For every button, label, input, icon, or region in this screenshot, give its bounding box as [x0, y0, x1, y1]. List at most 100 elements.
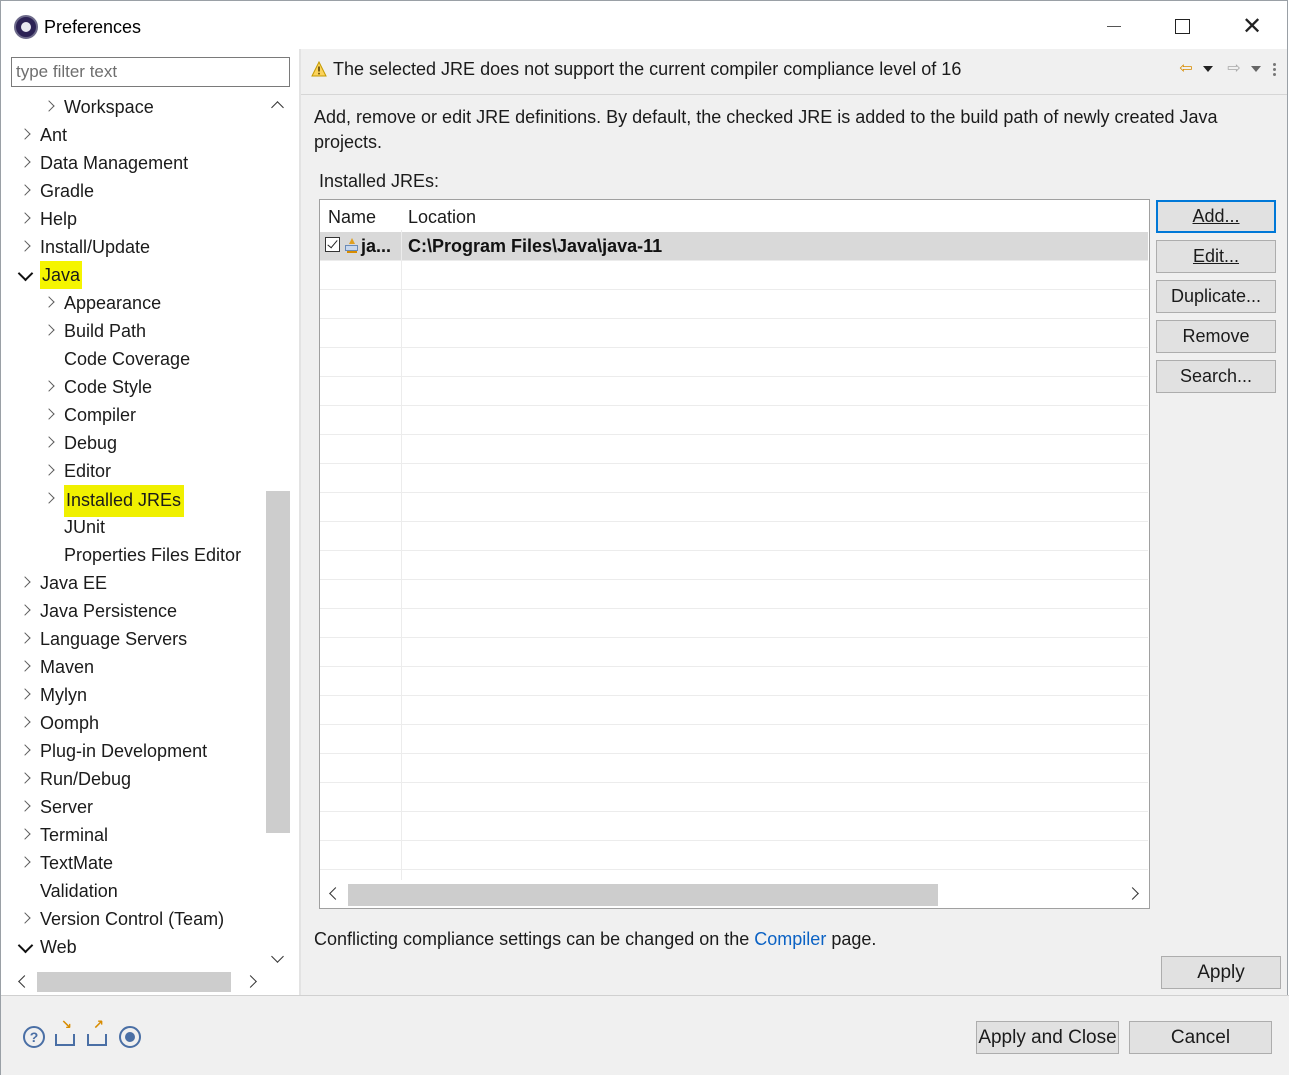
tree-item-appearance[interactable]: Appearance	[3, 289, 265, 317]
forward-history-dropdown-icon[interactable]	[1251, 66, 1261, 72]
tree-item-java-persistence[interactable]: Java Persistence	[3, 597, 265, 625]
tree-item-run-debug[interactable]: Run/Debug	[3, 765, 265, 793]
chevron-right-icon[interactable]	[19, 709, 33, 737]
scroll-right-arrow-icon[interactable]	[1123, 881, 1147, 907]
tree-item-textmate[interactable]: TextMate	[3, 849, 265, 877]
search-button[interactable]: Search...	[1156, 360, 1276, 393]
scroll-left-arrow-icon[interactable]	[322, 881, 346, 907]
chevron-right-icon[interactable]	[43, 289, 57, 317]
chevron-right-icon[interactable]	[19, 121, 33, 149]
tree-item-mylyn[interactable]: Mylyn	[3, 681, 265, 709]
import-icon[interactable]: ↘	[55, 1018, 77, 1048]
tree-item-installed-jres[interactable]: Installed JREs	[3, 485, 265, 517]
edit-button[interactable]: Edit...	[1156, 240, 1276, 273]
chevron-right-icon[interactable]	[19, 793, 33, 821]
tree-item-build-path[interactable]: Build Path	[3, 317, 265, 345]
add-button[interactable]: Add...	[1156, 200, 1276, 233]
chevron-right-icon[interactable]	[19, 737, 33, 765]
chevron-right-icon[interactable]	[19, 569, 33, 597]
back-arrow-icon[interactable]: ⇦	[1177, 60, 1195, 78]
chevron-right-icon[interactable]	[19, 233, 33, 261]
chevron-right-icon[interactable]	[43, 401, 57, 429]
cancel-button[interactable]: Cancel	[1129, 1021, 1272, 1054]
scroll-thumb[interactable]	[37, 972, 231, 992]
tree-item-terminal[interactable]: Terminal	[3, 821, 265, 849]
apply-and-close-button[interactable]: Apply and Close	[976, 1021, 1119, 1054]
chevron-right-icon[interactable]	[19, 905, 33, 933]
compiler-link[interactable]: Compiler	[754, 929, 826, 949]
scroll-right-arrow-icon[interactable]	[241, 969, 265, 995]
tree-item-gradle[interactable]: Gradle	[3, 177, 265, 205]
close-button[interactable]: ✕	[1217, 1, 1287, 51]
table-horizontal-scrollbar[interactable]	[320, 880, 1149, 908]
chevron-right-icon[interactable]	[19, 625, 33, 653]
remove-button[interactable]: Remove	[1156, 320, 1276, 353]
tree-item-validation[interactable]: Validation	[3, 877, 265, 905]
jre-location-cell[interactable]: C:\Program Files\Java\java-11	[408, 232, 662, 260]
tree-item-junit[interactable]: JUnit	[3, 513, 265, 541]
chevron-right-icon[interactable]	[19, 149, 33, 177]
chevron-right-icon[interactable]	[43, 457, 57, 485]
tree-vertical-scrollbar[interactable]	[265, 93, 291, 973]
scroll-up-arrow-icon[interactable]	[265, 93, 291, 119]
jre-name-cell[interactable]: ja...	[361, 232, 391, 260]
chevron-right-icon[interactable]	[19, 765, 33, 793]
scroll-thumb[interactable]	[266, 491, 290, 833]
tree-item-plug-in-development[interactable]: Plug-in Development	[3, 737, 265, 765]
tree-item-workspace[interactable]: Workspace	[3, 93, 265, 121]
column-header-location[interactable]: Location	[408, 200, 476, 230]
chevron-down-icon[interactable]	[19, 261, 33, 289]
view-menu-icon[interactable]	[1273, 62, 1277, 76]
tree-item-code-style[interactable]: Code Style	[3, 373, 265, 401]
scroll-down-arrow-icon[interactable]	[265, 947, 291, 973]
minimize-button[interactable]	[1079, 1, 1149, 51]
record-icon[interactable]	[119, 1026, 141, 1048]
tree-item-java[interactable]: Java	[3, 261, 265, 289]
chevron-right-icon[interactable]	[43, 485, 57, 513]
tree-item-ant[interactable]: Ant	[3, 121, 265, 149]
jre-checkbox[interactable]	[325, 237, 340, 252]
chevron-right-icon[interactable]	[19, 205, 33, 233]
tree-item-editor[interactable]: Editor	[3, 457, 265, 485]
chevron-right-icon[interactable]	[19, 821, 33, 849]
tree-item-compiler[interactable]: Compiler	[3, 401, 265, 429]
chevron-right-icon[interactable]	[43, 93, 57, 121]
export-icon[interactable]: ↗	[87, 1018, 109, 1048]
tree-horizontal-scrollbar[interactable]	[11, 969, 265, 995]
chevron-right-icon[interactable]	[43, 373, 57, 401]
filter-input[interactable]	[11, 57, 290, 87]
tree-item-oomph[interactable]: Oomph	[3, 709, 265, 737]
chevron-right-icon[interactable]	[43, 317, 57, 345]
chevron-right-icon[interactable]	[19, 597, 33, 625]
tree-item-debug[interactable]: Debug	[3, 429, 265, 457]
tree-item-code-coverage[interactable]: Code Coverage	[3, 345, 265, 373]
chevron-down-icon[interactable]	[19, 933, 33, 961]
duplicate-button[interactable]: Duplicate...	[1156, 280, 1276, 313]
back-history-dropdown-icon[interactable]	[1203, 66, 1213, 72]
chevron-right-icon[interactable]	[19, 177, 33, 205]
tree-item-java-ee[interactable]: Java EE	[3, 569, 265, 597]
tree-item-language-servers[interactable]: Language Servers	[3, 625, 265, 653]
apply-button[interactable]: Apply	[1161, 956, 1281, 989]
chevron-right-icon[interactable]	[19, 849, 33, 877]
chevron-right-icon[interactable]	[19, 681, 33, 709]
help-icon[interactable]: ?	[23, 1026, 45, 1048]
chevron-right-icon[interactable]	[43, 429, 57, 457]
tree-item-properties-files-editor[interactable]: Properties Files Editor	[3, 541, 265, 569]
maximize-button[interactable]	[1147, 1, 1217, 51]
scroll-thumb[interactable]	[348, 884, 938, 906]
column-separator[interactable]	[401, 200, 402, 880]
column-header-name[interactable]: Name	[328, 200, 376, 230]
tree-item-maven[interactable]: Maven	[3, 653, 265, 681]
tree-item-label: TextMate	[40, 853, 114, 873]
tree-item-install-update[interactable]: Install/Update	[3, 233, 265, 261]
tree-item-web[interactable]: Web	[3, 933, 265, 961]
tree-item-label: Build Path	[64, 321, 147, 341]
chevron-right-icon[interactable]	[19, 653, 33, 681]
tree-item-version-control-team[interactable]: Version Control (Team)	[3, 905, 265, 933]
tree-item-server[interactable]: Server	[3, 793, 265, 821]
scroll-left-arrow-icon[interactable]	[11, 969, 35, 995]
forward-arrow-icon[interactable]: ⇨	[1225, 60, 1243, 78]
tree-item-data-management[interactable]: Data Management	[3, 149, 265, 177]
tree-item-help[interactable]: Help	[3, 205, 265, 233]
